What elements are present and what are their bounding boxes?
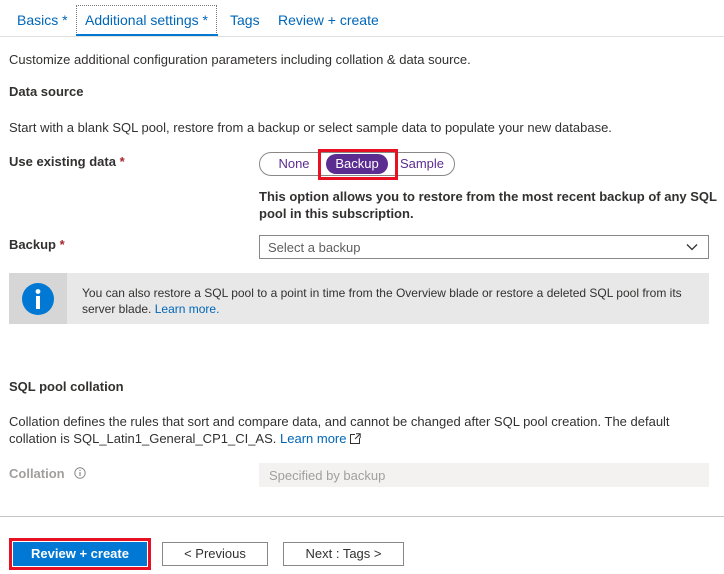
- collation-field: Specified by backup: [259, 463, 709, 487]
- next-tags-button[interactable]: Next : Tags >: [283, 542, 404, 566]
- review-create-button[interactable]: Review + create: [13, 542, 147, 566]
- backup-option-help-line1: This option allows you to restore from t…: [259, 189, 717, 204]
- collation-description-line1: Collation defines the rules that sort an…: [9, 414, 670, 429]
- backup-option-help-line2: pool in this subscription.: [259, 206, 414, 221]
- data-source-description: Start with a blank SQL pool, restore fro…: [9, 120, 612, 135]
- label-text: Use existing data: [9, 154, 116, 169]
- data-source-heading: Data source: [9, 84, 84, 99]
- required-asterisk: *: [119, 154, 125, 169]
- collation-value: Specified by backup: [269, 468, 386, 483]
- info-banner: You can also restore a SQL pool to a poi…: [9, 273, 709, 324]
- external-link-icon: [350, 433, 362, 444]
- collation-description-line2: collation is SQL_Latin1_General_CP1_CI_A…: [9, 431, 362, 446]
- label-text: Backup: [9, 237, 56, 252]
- collation-description-text: collation is SQL_Latin1_General_CP1_CI_A…: [9, 431, 277, 446]
- info-learn-more-link[interactable]: Learn more.: [155, 302, 220, 316]
- option-none[interactable]: None: [266, 153, 322, 175]
- backup-label: Backup *: [9, 237, 65, 252]
- tab-label: Additional settings: [85, 12, 199, 28]
- previous-button[interactable]: < Previous: [162, 542, 268, 566]
- tab-review-create[interactable]: Review + create: [278, 6, 379, 34]
- intro-text: Customize additional configuration param…: [9, 52, 471, 67]
- required-asterisk: *: [59, 237, 65, 252]
- tab-tags[interactable]: Tags: [230, 6, 260, 34]
- highlight-box-backup: [318, 149, 398, 180]
- collation-learn-more-link[interactable]: Learn more: [280, 431, 346, 446]
- collation-heading: SQL pool collation: [9, 379, 124, 394]
- use-existing-data-label: Use existing data *: [9, 154, 125, 169]
- backup-select-placeholder: Select a backup: [268, 240, 361, 255]
- option-sample[interactable]: Sample: [394, 153, 450, 175]
- tab-label: Review + create: [278, 12, 379, 28]
- required-asterisk: *: [62, 12, 68, 28]
- info-icon-container: [9, 273, 67, 324]
- footer-divider: [0, 516, 724, 517]
- tab-label: Tags: [230, 12, 260, 28]
- tab-additional-settings[interactable]: Additional settings *: [76, 5, 217, 35]
- label-text: Collation: [9, 466, 65, 481]
- collation-label: Collation: [9, 466, 86, 481]
- info-circle-icon[interactable]: [74, 467, 86, 479]
- tab-basics[interactable]: Basics *: [17, 6, 68, 34]
- backup-select[interactable]: Select a backup: [259, 235, 709, 259]
- tab-divider: [0, 36, 724, 37]
- info-message: You can also restore a SQL pool to a poi…: [82, 285, 702, 317]
- info-icon: [22, 283, 54, 315]
- chevron-down-icon: [686, 244, 698, 251]
- tab-label: Basics: [17, 12, 59, 28]
- required-asterisk: *: [202, 12, 208, 28]
